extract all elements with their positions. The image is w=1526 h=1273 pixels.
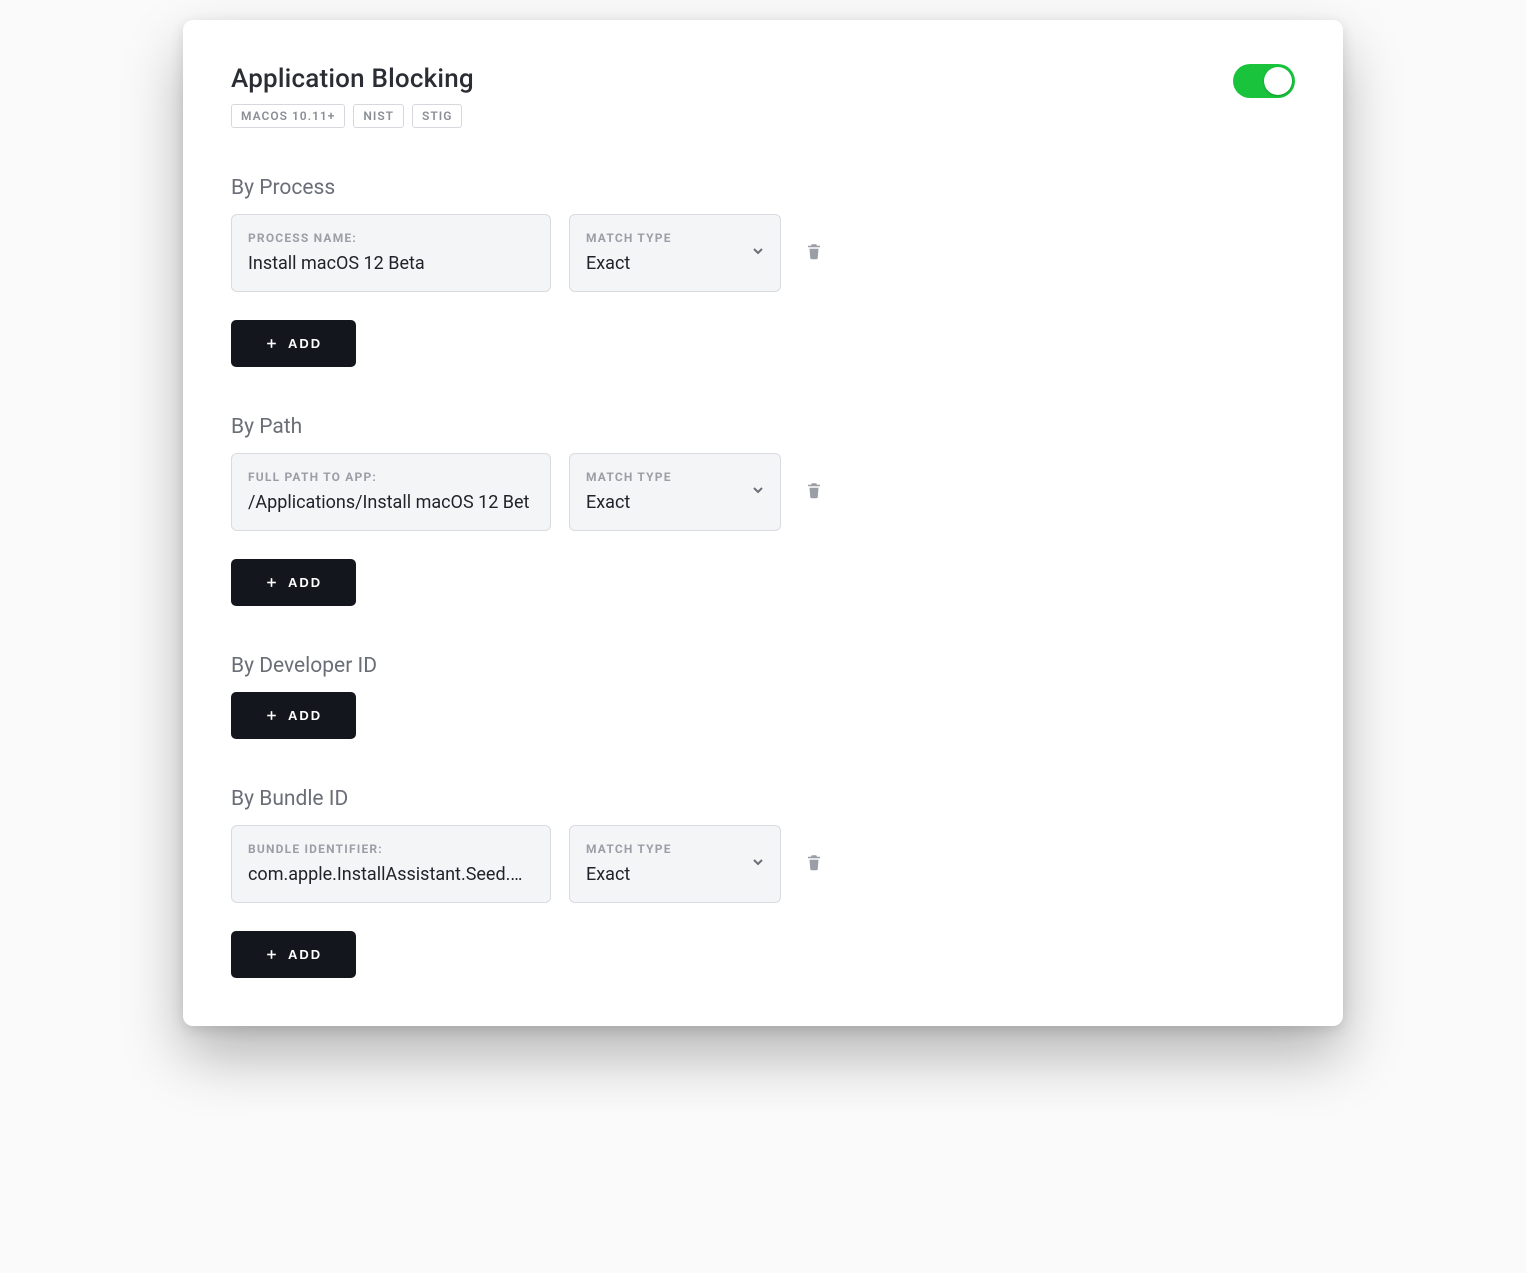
plus-icon xyxy=(265,709,278,722)
process-name-value: Install macOS 12 Beta xyxy=(248,253,534,274)
tag-nist: NIST xyxy=(353,104,404,128)
chevron-down-icon xyxy=(750,854,766,874)
process-row: PROCESS NAME: Install macOS 12 Beta MATC… xyxy=(231,214,1295,292)
chevron-down-icon xyxy=(750,243,766,263)
delete-process-button[interactable] xyxy=(799,236,829,270)
tag-list: MACOS 10.11+ NIST STIG xyxy=(231,104,474,128)
path-match-label: MATCH TYPE xyxy=(586,470,764,484)
path-value: /Applications/Install macOS 12 Bet xyxy=(248,492,534,513)
path-match-select[interactable]: MATCH TYPE Exact xyxy=(569,453,781,531)
section-title-process: By Process xyxy=(231,176,1295,200)
plus-icon xyxy=(265,576,278,589)
toggle-knob xyxy=(1264,67,1292,95)
process-match-value: Exact xyxy=(586,253,764,274)
chevron-down-icon xyxy=(750,482,766,502)
add-bundle-id-button[interactable]: ADD xyxy=(231,931,356,978)
add-bundle-id-label: ADD xyxy=(288,947,322,962)
bundle-id-field[interactable]: BUNDLE IDENTIFIER: com.apple.InstallAssi… xyxy=(231,825,551,903)
bundle-match-value: Exact xyxy=(586,864,764,885)
path-row: FULL PATH TO APP: /Applications/Install … xyxy=(231,453,1295,531)
add-path-button[interactable]: ADD xyxy=(231,559,356,606)
process-match-label: MATCH TYPE xyxy=(586,231,764,245)
add-process-label: ADD xyxy=(288,336,322,351)
section-by-path: By Path FULL PATH TO APP: /Applications/… xyxy=(231,415,1295,606)
bundle-id-value: com.apple.InstallAssistant.Seed.ma xyxy=(248,864,534,885)
add-path-label: ADD xyxy=(288,575,322,590)
section-title-bundle: By Bundle ID xyxy=(231,787,1295,811)
settings-card: Application Blocking MACOS 10.11+ NIST S… xyxy=(183,20,1343,1026)
page-title: Application Blocking xyxy=(231,64,474,94)
bundle-id-label: BUNDLE IDENTIFIER: xyxy=(248,842,534,856)
header-left: Application Blocking MACOS 10.11+ NIST S… xyxy=(231,64,474,128)
trash-icon xyxy=(805,242,823,260)
delete-bundle-button[interactable] xyxy=(799,847,829,881)
tag-macos: MACOS 10.11+ xyxy=(231,104,345,128)
section-by-bundle-id: By Bundle ID BUNDLE IDENTIFIER: com.appl… xyxy=(231,787,1295,978)
delete-path-button[interactable] xyxy=(799,475,829,509)
trash-icon xyxy=(805,853,823,871)
process-name-field[interactable]: PROCESS NAME: Install macOS 12 Beta xyxy=(231,214,551,292)
process-name-label: PROCESS NAME: xyxy=(248,231,534,245)
trash-icon xyxy=(805,481,823,499)
section-by-process: By Process PROCESS NAME: Install macOS 1… xyxy=(231,176,1295,367)
section-title-path: By Path xyxy=(231,415,1295,439)
tag-stig: STIG xyxy=(412,104,462,128)
path-field[interactable]: FULL PATH TO APP: /Applications/Install … xyxy=(231,453,551,531)
add-process-button[interactable]: ADD xyxy=(231,320,356,367)
section-by-developer-id: By Developer ID ADD xyxy=(231,654,1295,739)
card-header: Application Blocking MACOS 10.11+ NIST S… xyxy=(231,64,1295,128)
path-label: FULL PATH TO APP: xyxy=(248,470,534,484)
section-title-dev: By Developer ID xyxy=(231,654,1295,678)
bundle-match-select[interactable]: MATCH TYPE Exact xyxy=(569,825,781,903)
bundle-match-label: MATCH TYPE xyxy=(586,842,764,856)
path-match-value: Exact xyxy=(586,492,764,513)
add-developer-id-label: ADD xyxy=(288,708,322,723)
plus-icon xyxy=(265,948,278,961)
plus-icon xyxy=(265,337,278,350)
bundle-row: BUNDLE IDENTIFIER: com.apple.InstallAssi… xyxy=(231,825,1295,903)
add-developer-id-button[interactable]: ADD xyxy=(231,692,356,739)
process-match-select[interactable]: MATCH TYPE Exact xyxy=(569,214,781,292)
enable-toggle[interactable] xyxy=(1233,64,1295,98)
